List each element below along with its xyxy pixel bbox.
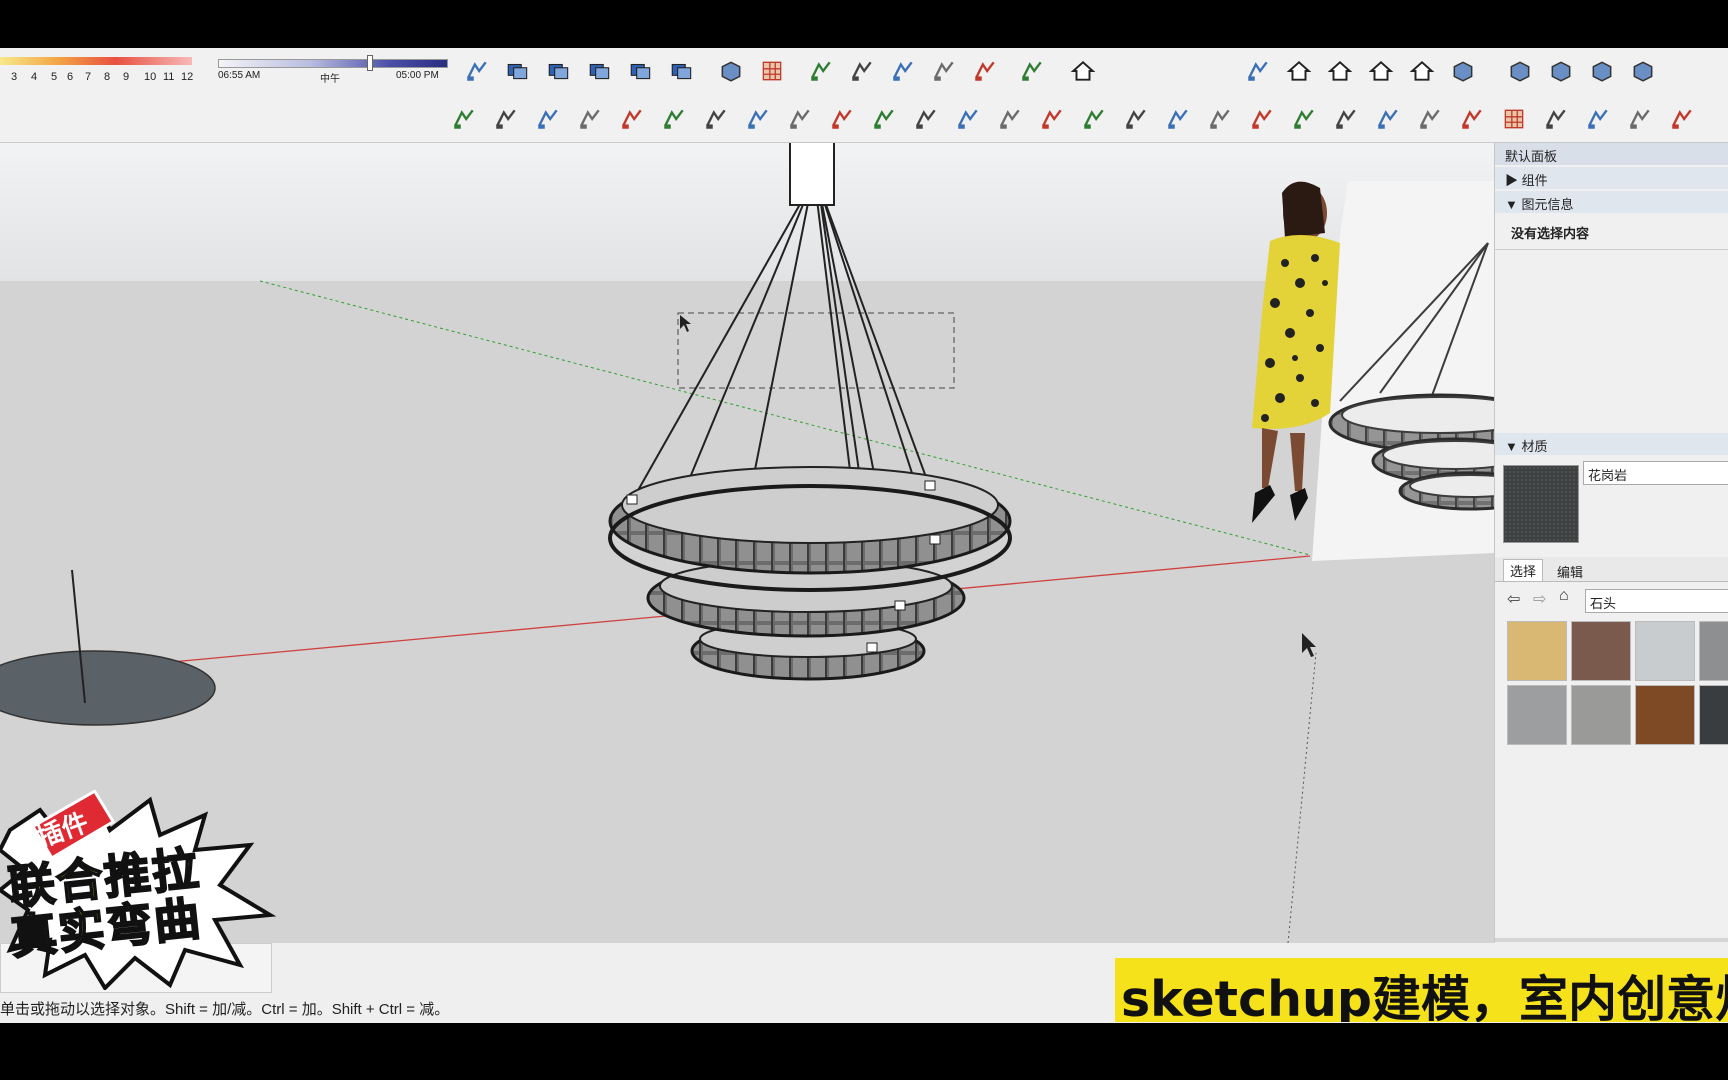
home-icon[interactable] [1325,56,1355,86]
material-preview[interactable] [1503,465,1579,543]
time-slider[interactable] [218,59,448,68]
spiral-icon[interactable] [953,104,983,134]
material-swatch[interactable] [1635,685,1695,745]
time-end-label: 05:00 PM [396,70,439,81]
box-icon[interactable] [1448,56,1478,86]
slab-icon[interactable] [911,104,941,134]
material-swatch[interactable] [1507,621,1567,681]
time-slider-handle[interactable] [367,55,373,71]
entity-info-panel-header[interactable]: ▼ 图元信息 [1495,191,1728,213]
flip-edge-icon[interactable] [970,56,1000,86]
pushpull-icon[interactable] [617,104,647,134]
wave-icon[interactable] [1247,104,1277,134]
pen-icon[interactable] [1583,104,1613,134]
layers-icon[interactable] [626,56,656,86]
add-detail-icon[interactable] [929,56,959,86]
material-swatch[interactable] [1699,621,1728,681]
stairs-icon[interactable] [575,104,605,134]
mirror-icon[interactable] [1457,104,1487,134]
material-swatch[interactable] [1571,685,1631,745]
chandelier-canopy [789,143,835,206]
time-start-label: 06:55 AM [218,70,261,81]
home-icon[interactable] [1284,56,1314,86]
library-dropdown[interactable]: 石头 [1585,589,1728,613]
smoove-icon[interactable] [888,56,918,86]
shadow-scale-bar [0,57,192,65]
curve-icon[interactable] [1017,56,1047,86]
line-icon[interactable] [533,104,563,134]
divider [1495,249,1728,250]
layers-icon[interactable] [503,56,533,86]
tab-edit[interactable]: 编辑 [1551,561,1589,582]
default-tray: 默认面板 ▶ 组件 ▼ 图元信息 没有选择内容 ▼ 材质 花岗岩 选择 编辑 ⇦… [1494,143,1728,943]
curve-icon[interactable] [869,104,899,134]
arch-icon[interactable] [1163,104,1193,134]
forward-arrow-icon[interactable]: ⇨ [1533,589,1546,609]
layers-icon[interactable] [544,56,574,86]
arc-icon[interactable] [785,104,815,134]
tray-title: 默认面板 [1495,143,1728,165]
box-icon[interactable] [1587,56,1617,86]
tablet-icon[interactable] [1667,104,1697,134]
follow-me-icon[interactable] [449,104,479,134]
comb-icon[interactable] [1415,104,1445,134]
drape-icon[interactable] [847,56,877,86]
top-black-band [0,0,1728,48]
door-icon[interactable] [1243,56,1273,86]
materials-panel-header[interactable]: ▼ 材质 [1495,433,1728,455]
sandbox-icon[interactable] [716,56,746,86]
material-swatch[interactable] [1699,685,1728,745]
box-icon[interactable] [1505,56,1535,86]
stamp-icon[interactable] [806,56,836,86]
home-icon[interactable] [1407,56,1437,86]
rotate-icon[interactable] [827,104,857,134]
flip-icon[interactable] [1037,104,1067,134]
spring-icon[interactable] [1289,104,1319,134]
knife-icon[interactable] [1625,104,1655,134]
dimension-icon[interactable] [659,104,689,134]
bend-icon[interactable] [743,104,773,134]
home-icon[interactable]: ⌂ [1559,587,1569,605]
back-arrow-icon[interactable]: ⇦ [1507,589,1520,609]
material-swatch[interactable] [1635,621,1695,681]
cube-view-icon[interactable] [462,56,492,86]
grid-dots-icon[interactable] [1499,104,1529,134]
stamp-icon[interactable] [1121,104,1151,134]
grid-icon[interactable] [757,56,787,86]
material-swatch[interactable] [1507,685,1567,745]
layers-icon[interactable] [667,56,697,86]
tab-select[interactable]: 选择 [1503,559,1544,581]
column-icon[interactable] [491,104,521,134]
material-swatch[interactable] [1571,621,1631,681]
components-panel-header[interactable]: ▶ 组件 [1495,167,1728,189]
comb-icon[interactable] [1373,104,1403,134]
box-icon[interactable] [1628,56,1658,86]
bottom-black-band [0,1023,1728,1080]
panel-icon[interactable] [1541,104,1571,134]
box-icon[interactable] [1546,56,1576,86]
house-icon[interactable] [1068,56,1098,86]
chain-icon[interactable] [1205,104,1235,134]
layers-icon[interactable] [585,56,615,86]
tray-scroll[interactable] [1495,938,1728,942]
slice-icon[interactable] [1331,104,1361,134]
no-selection-text: 没有选择内容 [1511,226,1590,241]
material-name-field[interactable]: 花岗岩 [1583,461,1728,485]
home-icon[interactable] [1366,56,1396,86]
bend-icon[interactable] [701,104,731,134]
time-noon-label: 中午 [320,74,340,85]
door-icon[interactable] [1079,104,1109,134]
flip-icon[interactable] [995,104,1025,134]
status-hint: 单击或拖动以选择对象。Shift = 加/减。Ctrl = 加。Shift + … [0,1001,450,1018]
video-caption: sketchup建模，室内创意灯 [1115,958,1728,1022]
